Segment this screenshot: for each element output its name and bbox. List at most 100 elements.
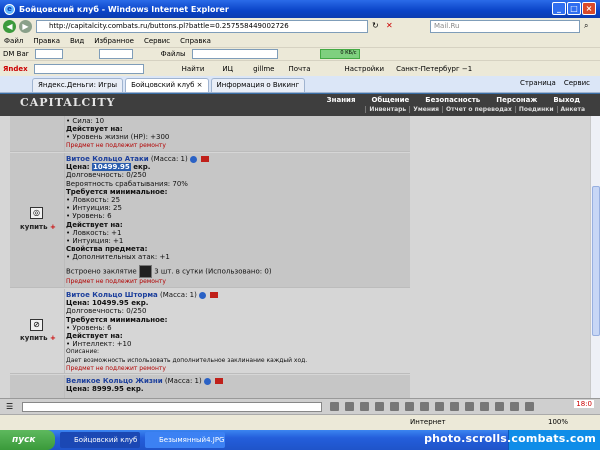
tab-strip: Яндекс.Деньги: Игры Бойцовский клуб × Ин… (0, 76, 600, 93)
start-button[interactable]: пуск (0, 430, 55, 450)
menu-tools[interactable]: Сервис (144, 37, 170, 45)
item-thumbnail-icon[interactable]: ◎ (30, 207, 43, 219)
yandex-toolbar: Яndex Найти ИЦ gillme Почта Настройки Са… (0, 60, 600, 76)
globe-icon[interactable] (203, 377, 211, 385)
bag-icon[interactable] (201, 156, 210, 162)
chat-input[interactable] (22, 402, 322, 412)
stop-icon[interactable]: ✕ (386, 21, 393, 30)
menu-favorites[interactable]: Избранное (94, 37, 134, 45)
site-sub-nav: Инвентарь Умения Отчет о переводах Поеди… (365, 106, 588, 113)
address-bar-row: ◀ ▶ http://capitalcity.combats.ru/button… (0, 18, 600, 35)
bag-icon[interactable] (215, 378, 224, 384)
nav-fights[interactable]: Поединки (514, 106, 557, 113)
chat-tool-icon[interactable] (390, 402, 399, 411)
dm-field[interactable] (34, 49, 63, 59)
tab-fight-club[interactable]: Бойцовский клуб × (125, 78, 209, 92)
yandex-find-button[interactable]: Найти (182, 65, 205, 73)
dm-field-2[interactable] (98, 49, 133, 59)
menu-help[interactable]: Справка (180, 37, 211, 45)
spell-icon[interactable] (138, 264, 152, 278)
list-item: Великое Кольцо Жизни (Масса: 1) Цена: 89… (10, 375, 410, 398)
nav-security[interactable]: Безопасность (417, 96, 488, 104)
buy-button[interactable]: купить + (20, 223, 56, 231)
forward-icon[interactable]: ▶ (19, 20, 32, 33)
tools-menu-button[interactable]: Сервис (564, 79, 590, 87)
gillme-button[interactable]: gillme (253, 65, 274, 73)
yandex-search-input[interactable] (33, 63, 144, 74)
nav-character[interactable]: Персонаж (488, 96, 545, 104)
globe-icon[interactable] (189, 155, 197, 163)
buy-button[interactable]: купить + (20, 334, 56, 342)
chat-tool-icon[interactable] (420, 402, 429, 411)
list-item: ◎ купить + Витое Кольцо Атаки (Масса: 1)… (10, 153, 410, 288)
bag-icon[interactable] (210, 292, 219, 298)
security-zone: Интернет (410, 418, 446, 426)
site-main-nav: Знания Общение Безопасность Персонаж Вых… (319, 96, 588, 104)
game-clock: 18:0 (574, 400, 594, 408)
yandex-logo[interactable]: Яndex (3, 65, 28, 73)
minimize-button[interactable]: _ (552, 2, 566, 15)
taskbar: пуск Бойцовский клуб - ... Безымянный4.J… (0, 430, 600, 450)
globe-icon[interactable] (199, 291, 207, 299)
nav-inventory[interactable]: Инвентарь (365, 106, 409, 113)
tab-close-icon[interactable]: × (197, 81, 203, 89)
nav-transfers[interactable]: Отчет о переводах (442, 106, 515, 113)
menu-view[interactable]: Вид (70, 37, 84, 45)
chat-tool-icon[interactable] (375, 402, 384, 411)
list-item: • Сила: 10 Действует на: • Уровень жизни… (10, 116, 410, 152)
zoom-level[interactable]: 100% (548, 418, 568, 426)
chat-tool-icon[interactable] (330, 402, 339, 411)
item-name[interactable]: Великое Кольцо Жизни (66, 377, 163, 385)
city-weather[interactable]: Санкт-Петербург −1 (396, 65, 472, 73)
taskbar-item-browser[interactable]: Бойцовский клуб - ... (60, 432, 140, 448)
chat-bar: ☰ 18:0 (0, 398, 600, 414)
site-logo: CAPITALCITY (20, 96, 116, 109)
chat-toolbar (330, 402, 534, 411)
chat-tool-icon[interactable] (480, 402, 489, 411)
chat-tool-icon[interactable] (525, 402, 534, 411)
page-scrollbar[interactable] (590, 116, 600, 398)
files-dropdown[interactable] (191, 49, 278, 59)
search-icon[interactable]: ⌕ (584, 21, 588, 31)
chat-tool-icon[interactable] (405, 402, 414, 411)
dm-toolbar: DM Bar Файлы 0 КБ/с (0, 47, 600, 60)
page-menu-button[interactable]: Страница (520, 79, 556, 87)
chat-tool-icon[interactable] (465, 402, 474, 411)
maximize-button[interactable]: □ (567, 2, 581, 15)
taskbar-item-image[interactable]: Безымянный4.JPG - ... (145, 432, 225, 448)
nav-chat[interactable]: Общение (363, 96, 417, 104)
menu-bar: Файл Правка Вид Избранное Сервис Справка (0, 35, 600, 47)
back-icon[interactable]: ◀ (3, 20, 16, 33)
close-button[interactable]: × (582, 2, 596, 15)
chat-tool-icon[interactable] (495, 402, 504, 411)
dm-bar-label: DM Bar (3, 50, 29, 58)
chat-tool-icon[interactable] (510, 402, 519, 411)
browser-statusbar: Интернет 100% (0, 414, 600, 430)
menu-file[interactable]: Файл (4, 37, 23, 45)
chat-tool-icon[interactable] (360, 402, 369, 411)
chat-tool-icon[interactable] (435, 402, 444, 411)
ic-button[interactable]: ИЦ (222, 65, 233, 73)
site-header: CAPITALCITY Знания Общение Безопасность … (0, 94, 600, 116)
refresh-icon[interactable]: ↻ (372, 21, 379, 30)
address-input[interactable]: http://capitalcity.combats.ru/buttons.pl… (36, 20, 368, 33)
mail-button[interactable]: Почта (288, 65, 310, 73)
tab-yandex-money[interactable]: Яндекс.Деньги: Игры (32, 78, 124, 92)
settings-button[interactable]: Настройки (345, 65, 385, 73)
search-input[interactable]: Mail.Ru (430, 20, 580, 33)
menu-edit[interactable]: Правка (33, 37, 60, 45)
files-label[interactable]: Файлы (161, 50, 186, 58)
item-name[interactable]: Витое Кольцо Атаки (66, 155, 149, 163)
window-titlebar: e Бойцовский клуб - Windows Internet Exp… (0, 0, 600, 18)
tab-viking-info[interactable]: Информация о Викинг (210, 78, 306, 92)
item-name[interactable]: Витое Кольцо Шторма (66, 291, 158, 299)
nav-knowledge[interactable]: Знания (319, 96, 364, 104)
chat-options-icon[interactable]: ☰ (6, 402, 13, 411)
item-thumbnail-icon[interactable]: ⊘ (30, 319, 43, 331)
nav-profile[interactable]: Анкета (556, 106, 588, 113)
nav-exit[interactable]: Выход (545, 96, 588, 104)
chat-tool-icon[interactable] (345, 402, 354, 411)
nav-skills[interactable]: Умения (409, 106, 442, 113)
scrollbar-thumb[interactable] (592, 186, 600, 336)
chat-tool-icon[interactable] (450, 402, 459, 411)
